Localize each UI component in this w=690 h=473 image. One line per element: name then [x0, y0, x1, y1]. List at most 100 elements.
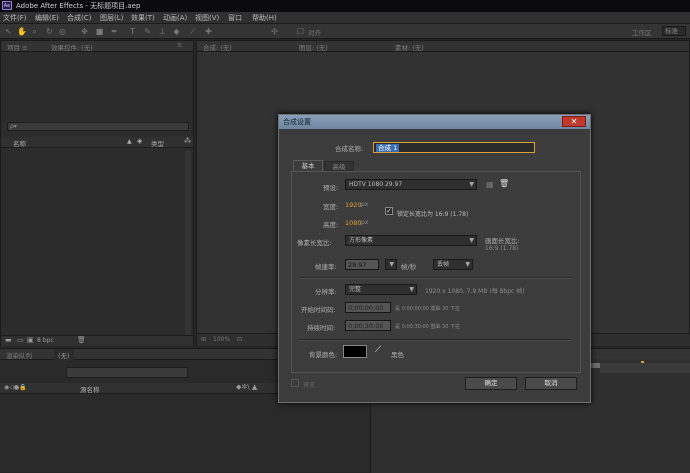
- project-panel: 项目 ≡ 效果控件: (无) ≡ ρ▾ 名称 ▲ ◈ 类型 ⁂ ▬ ▭ ▣ 8 …: [0, 40, 194, 346]
- roto-tool-icon[interactable]: ⟋: [188, 27, 197, 36]
- frame-aspect-label: 画面长宽比:: [485, 237, 520, 245]
- rotate-tool-icon[interactable]: ↻: [45, 27, 54, 36]
- tab-layer[interactable]: 图层: (无): [299, 42, 328, 52]
- menu-bar: 文件(F) 编辑(E) 合成(C) 图层(L) 效果(T) 动画(A) 视图(V…: [0, 12, 690, 24]
- ok-button[interactable]: 确定: [465, 377, 517, 390]
- duration-field[interactable]: 0;00;30;00: [345, 320, 391, 331]
- menu-composition[interactable]: 合成(C): [67, 13, 91, 23]
- cancel-button[interactable]: 取消: [525, 377, 577, 390]
- drop-frame-dropdown[interactable]: 丢帧 ▼: [433, 259, 473, 270]
- new-comp-icon[interactable]: ▣: [27, 336, 34, 344]
- zoom-tool-icon[interactable]: ⌕: [30, 27, 39, 36]
- grid-icon[interactable]: ⊡: [237, 336, 242, 343]
- brush-tool-icon[interactable]: ✎: [143, 27, 152, 36]
- panel-menu-icon[interactable]: ≡: [177, 41, 182, 49]
- frame-rate-unit: 帧/秒: [401, 263, 417, 271]
- bpc-label[interactable]: 8 bpc: [37, 337, 54, 344]
- menu-help[interactable]: 帮助(H): [252, 13, 277, 23]
- align-label: 对齐: [308, 29, 321, 37]
- interpret-footage-icon[interactable]: ▬: [5, 336, 12, 344]
- dialog-title: 合成设置: [283, 118, 311, 126]
- menu-file[interactable]: 文件(F): [3, 13, 27, 23]
- timeline-search-input[interactable]: [66, 367, 188, 378]
- magnify-icon[interactable]: ⊞: [201, 336, 206, 343]
- eraser-tool-icon[interactable]: ◆: [172, 27, 181, 36]
- comp-tabbar: 合成: (无) 图层: (无) 素材: (无): [197, 41, 689, 52]
- column-name[interactable]: 名称: [13, 138, 26, 148]
- mask-tool-icon[interactable]: ■: [95, 27, 104, 36]
- lock-aspect-checkbox[interactable]: ✓: [385, 207, 393, 215]
- tab-project[interactable]: 项目 ≡: [7, 42, 28, 52]
- sort-up-icon[interactable]: ▲: [127, 138, 132, 145]
- save-preset-icon[interactable]: ▦: [486, 180, 494, 189]
- start-timecode-info: 是 0;00;00;00 基础 30 下拉: [395, 306, 461, 312]
- pixel-aspect-value: 方形像素: [349, 237, 374, 244]
- comp-name-field[interactable]: 合成 1: [373, 142, 535, 153]
- menu-window[interactable]: 窗口: [228, 13, 242, 23]
- menu-edit[interactable]: 编辑(E): [35, 13, 59, 23]
- workspace-label: 工作区: [632, 29, 652, 37]
- lock-aspect-label: 锁定长宽比为 16:9 (1.78): [397, 211, 469, 218]
- frame-rate-field[interactable]: 29.97: [345, 259, 379, 270]
- text-tool-icon[interactable]: T: [128, 27, 137, 36]
- frame-rate-dropdown[interactable]: ▼: [385, 259, 397, 270]
- hand-tool-icon[interactable]: ✋: [17, 27, 27, 36]
- height-value[interactable]: 1080: [345, 219, 362, 227]
- background-color-swatch[interactable]: [343, 345, 367, 358]
- project-search-input[interactable]: ρ▾: [7, 122, 189, 131]
- composition-settings-dialog: 合成设置 ✕ 合成名称: 合成 1 基本 高级 预设: HDTV 1080 29…: [278, 114, 591, 403]
- menu-layer[interactable]: 图层(L): [100, 13, 123, 23]
- width-value[interactable]: 1920: [345, 201, 362, 209]
- timeline-ruler[interactable]: [600, 363, 690, 373]
- preview-checkbox[interactable]: [291, 379, 299, 387]
- chevron-down-icon: ▼: [469, 181, 474, 188]
- tab-advanced[interactable]: 高级: [324, 161, 354, 171]
- project-scrollbar[interactable]: [185, 151, 191, 339]
- menu-effect[interactable]: 效果(T): [131, 13, 155, 23]
- zoom-dropdown[interactable]: 100%: [213, 336, 230, 343]
- pen-tool-icon[interactable]: ✒: [110, 27, 119, 36]
- tab-composition[interactable]: 合成: (无): [203, 42, 232, 52]
- tab-basic[interactable]: 基本: [293, 160, 323, 171]
- flowchart-icon[interactable]: ⁂: [184, 137, 191, 145]
- tab-render-queue[interactable]: 渲染队列: [6, 350, 32, 360]
- resolution-info: 1920 x 1080, 7.9 MB (每 8bpc 帧): [425, 288, 525, 295]
- delete-preset-icon[interactable]: 🗑: [499, 179, 509, 188]
- new-folder-icon[interactable]: ▭: [17, 336, 24, 344]
- close-icon[interactable]: ✕: [562, 116, 586, 127]
- snap-tool-icon[interactable]: ✣: [270, 27, 279, 36]
- column-source-name[interactable]: 源名称: [80, 384, 100, 394]
- switches-icon[interactable]: ◆✲\ ▲: [236, 383, 257, 391]
- chevron-down-icon: ▼: [469, 237, 474, 244]
- duration-info: 是 0;00;30;00 基础 30 下拉: [395, 324, 461, 330]
- menu-view[interactable]: 视图(V): [195, 13, 219, 23]
- puppet-tool-icon[interactable]: ✚: [204, 27, 213, 36]
- comp-name-selected-text: 合成 1: [376, 144, 400, 152]
- column-type[interactable]: 类型: [151, 138, 164, 148]
- av-switch-icon[interactable]: ◉◁●🔒: [4, 384, 27, 391]
- pan-behind-tool-icon[interactable]: ✥: [80, 27, 89, 36]
- menu-animation[interactable]: 动画(A): [163, 13, 187, 23]
- drop-frame-value: 丢帧: [437, 261, 450, 268]
- tab-footage[interactable]: 素材: (无): [395, 42, 424, 52]
- height-unit: px: [361, 219, 369, 226]
- selection-tool-icon[interactable]: ↖: [4, 27, 13, 36]
- trash-icon[interactable]: 🗑: [77, 336, 86, 344]
- tab-effect-controls[interactable]: 效果控件: (无): [51, 42, 93, 52]
- clone-tool-icon[interactable]: ⊥: [158, 27, 167, 36]
- preview-label: 预览: [303, 382, 316, 389]
- duration-label: 持续时间:: [307, 324, 336, 332]
- camera-tool-icon[interactable]: ◎: [58, 27, 67, 36]
- project-footer: ▬ ▭ ▣ 8 bpc 🗑: [1, 335, 193, 346]
- eyedropper-icon[interactable]: ⟋: [375, 345, 381, 355]
- workspace-dropdown[interactable]: 标准: [662, 26, 686, 36]
- background-color-label: 背景颜色:: [309, 351, 338, 359]
- pixel-aspect-dropdown[interactable]: 方形像素 ▼: [345, 235, 477, 246]
- align-checkbox-icon[interactable]: ☐: [296, 27, 305, 36]
- tab-timeline-none[interactable]: (无): [54, 349, 74, 361]
- start-timecode-field[interactable]: 0;00;00;00: [345, 302, 391, 313]
- dialog-titlebar: 合成设置 ✕: [279, 115, 590, 129]
- label-tag-icon[interactable]: ◈: [137, 137, 142, 145]
- preset-dropdown[interactable]: HDTV 1080 29.97 ▼: [345, 179, 477, 190]
- resolution-dropdown[interactable]: 完整 ▼: [345, 284, 417, 295]
